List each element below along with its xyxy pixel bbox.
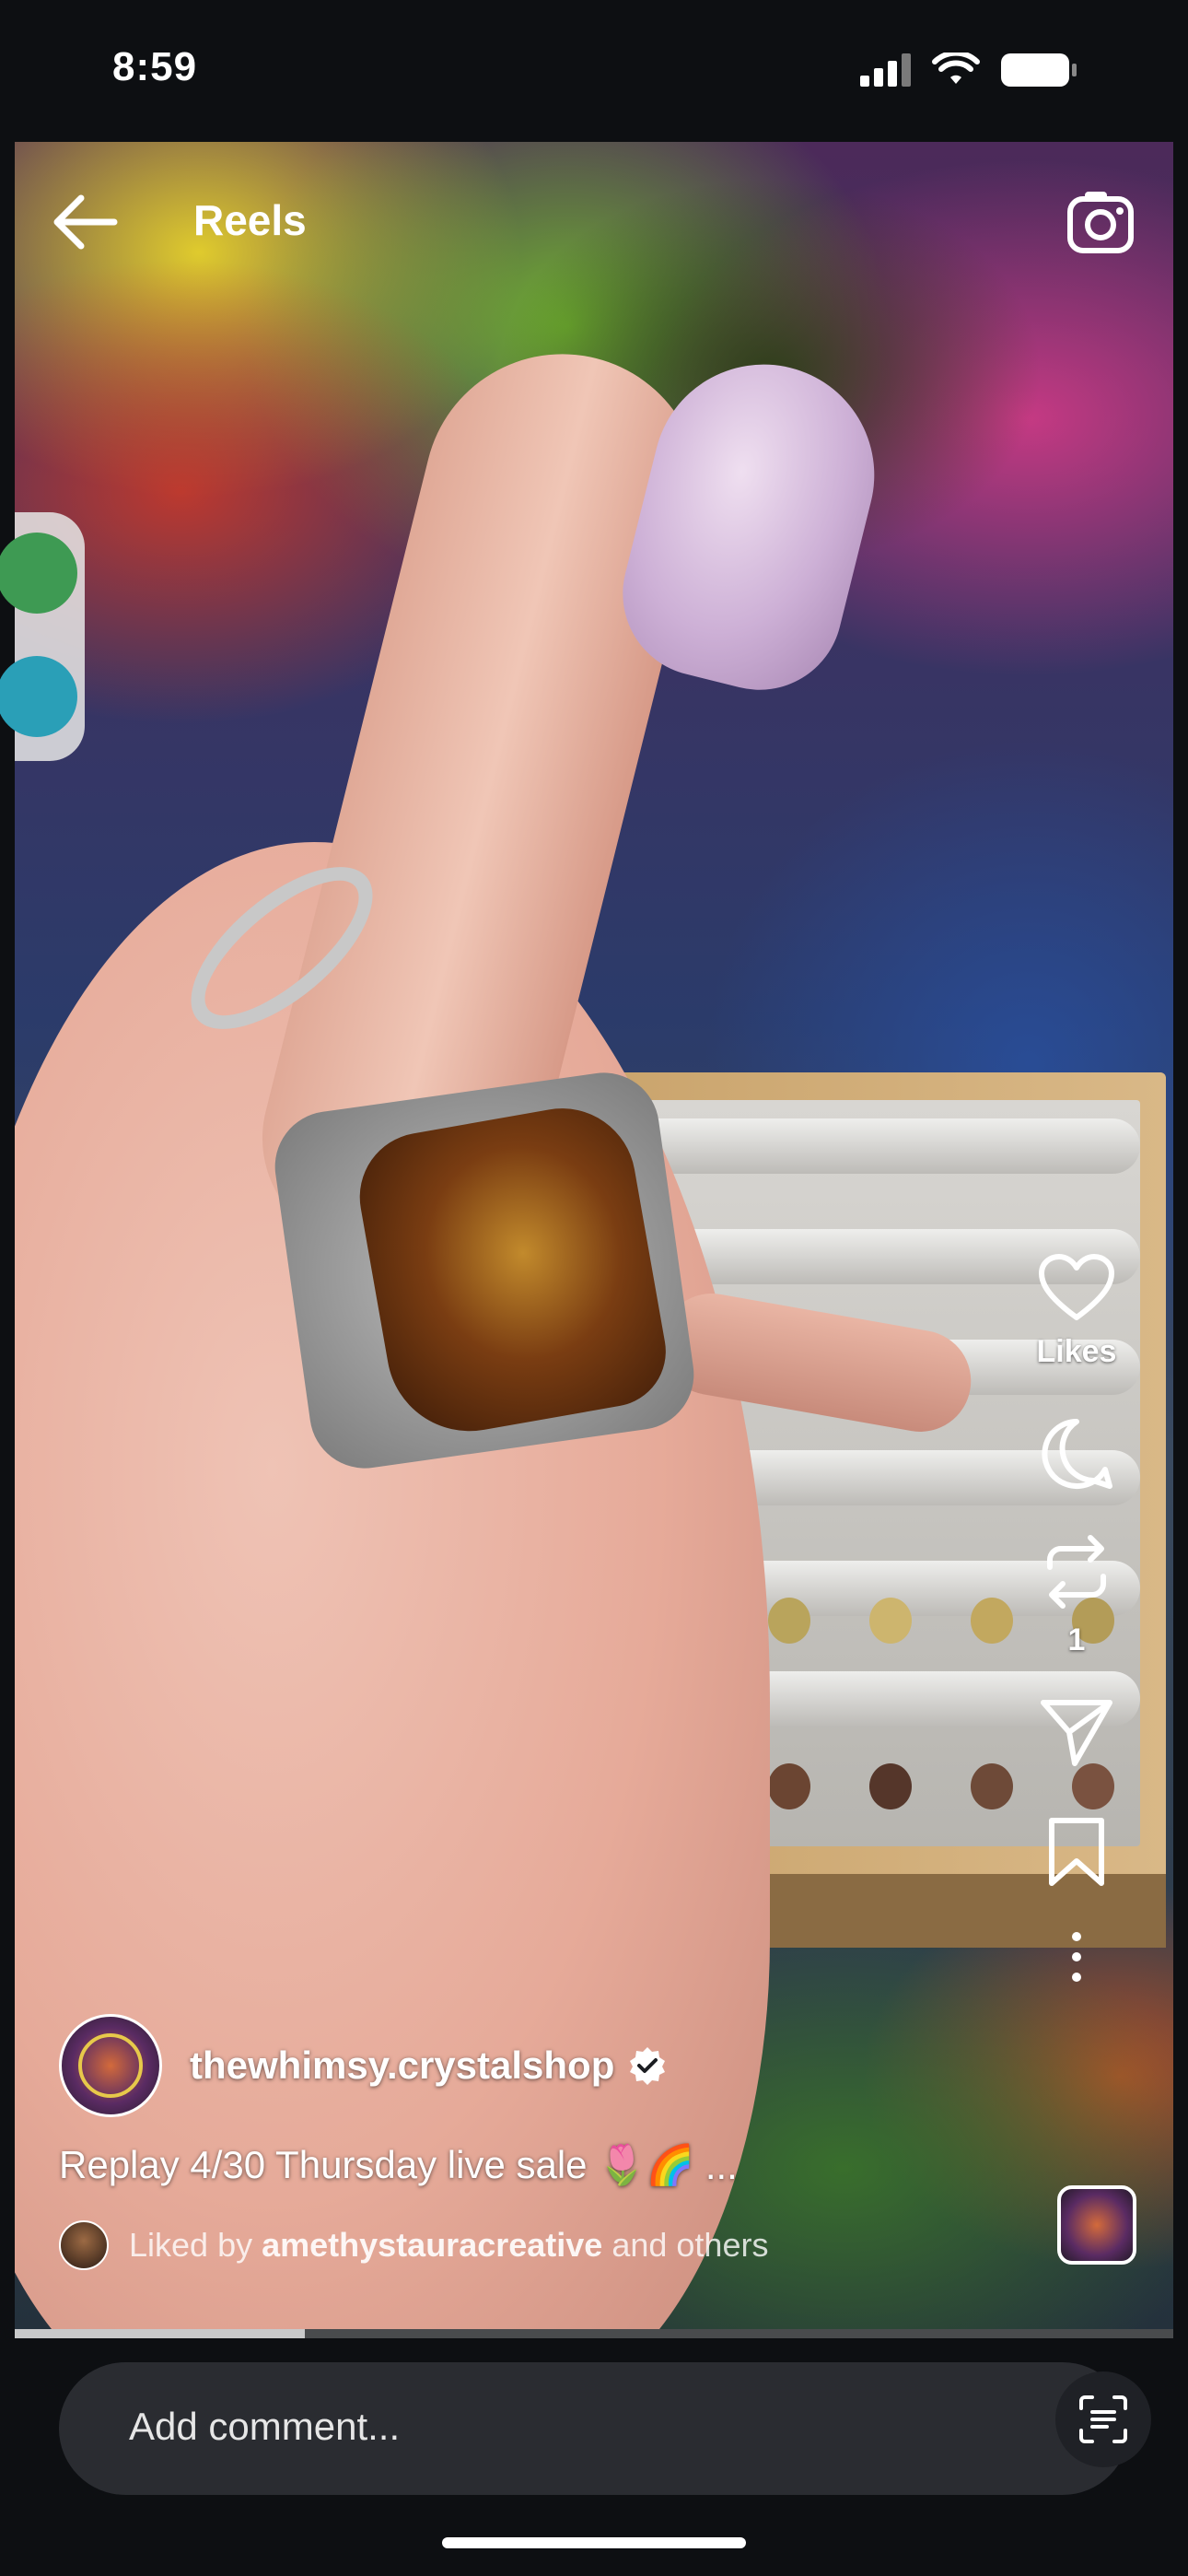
caption-text: Replay 4/30 Thursday live sale 🌷🌈 [59,2143,694,2186]
camera-button[interactable] [1065,186,1136,258]
cellular-signal-icon [860,53,911,87]
home-indicator[interactable] [442,2537,746,2548]
status-bar: 8:59 [0,0,1188,142]
status-icons [860,52,1077,88]
liked-by-avatar [59,2220,109,2270]
send-icon [1041,1700,1112,1766]
author-avatar[interactable] [59,2014,162,2117]
comment-icon [1042,1419,1112,1489]
repost-button[interactable]: 1 [1017,1532,1136,1658]
fire-agate-stone [349,1096,675,1445]
comment-placeholder: Add comment... [129,2405,401,2448]
caption-more[interactable]: ... [705,2144,738,2188]
more-vertical-icon [1072,1932,1081,1982]
like-button[interactable]: Likes [1017,1253,1136,1370]
liked-by-prefix: Liked by [129,2226,253,2264]
verified-badge-icon [630,2047,666,2085]
scan-text-button[interactable] [1055,2371,1151,2467]
liked-by-suffix: and others [611,2226,769,2264]
page-title: Reels [193,196,307,244]
comment-input[interactable]: Add comment... [59,2362,1129,2495]
reposts-count: 1 [1067,1622,1086,1657]
liked-by-user[interactable]: amethystauracreative [262,2226,602,2265]
liked-by-row[interactable]: Liked by amethystauracreative and others [59,2220,768,2270]
likes-label: Likes [1036,1334,1117,1369]
wifi-icon [932,53,980,84]
more-options-button[interactable] [1017,1929,1136,1985]
audio-thumbnail[interactable] [1057,2185,1136,2265]
comment-button[interactable] [1017,1416,1136,1492]
video-progress-bar[interactable] [15,2329,1173,2338]
status-time: 8:59 [112,44,198,89]
share-button[interactable] [1017,1695,1136,1769]
bookmark-icon [1049,1818,1104,1886]
floating-side-widget[interactable] [0,512,85,761]
reel-actions: Likes 1 [1017,1253,1136,1985]
repost-icon [1047,1535,1106,1609]
author-username[interactable]: thewhimsy.crystalshop [190,2043,614,2088]
video-progress-fill [15,2329,305,2338]
post-caption[interactable]: Replay 4/30 Thursday live sale 🌷🌈 ... [59,2143,738,2188]
reels-header: Reels [15,142,1173,299]
back-arrow-icon [53,194,118,250]
scan-text-icon [1079,2395,1127,2443]
camera-icon [1067,192,1134,253]
save-button[interactable] [1017,1815,1136,1889]
battery-icon [1001,53,1077,87]
side-widget-blue-dot[interactable] [0,656,77,737]
post-author: thewhimsy.crystalshop [59,2014,668,2117]
reel-video[interactable] [15,142,1173,2329]
side-widget-green-dot[interactable] [0,533,77,614]
heart-icon [1039,1254,1114,1320]
back-button[interactable] [46,190,123,254]
